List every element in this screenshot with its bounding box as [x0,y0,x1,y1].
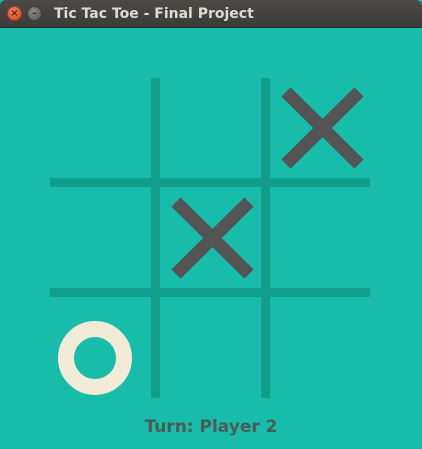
grid-line-vertical-2 [261,78,270,398]
x-mark-icon [281,87,364,169]
x-mark-icon [171,197,254,279]
board-cell-r2-c0[interactable] [50,298,150,398]
o-mark-icon [58,321,132,395]
game-board [0,28,422,418]
window-titlebar[interactable]: × – Tic Tac Toe - Final Project [0,0,422,28]
board-cell-r0-c2[interactable] [270,78,370,178]
turn-indicator: Turn: Player 2 [144,417,278,437]
minimize-icon[interactable]: – [27,6,42,21]
grid-line-vertical-1 [151,78,160,398]
board-cell-r1-c0[interactable] [50,188,150,288]
close-icon[interactable]: × [7,6,22,21]
board-cell-r2-c1[interactable] [160,298,260,398]
game-window: × – Tic Tac Toe - Final Project Turn: Pl… [0,0,422,449]
board-cell-r1-c2[interactable] [270,188,370,288]
grid-line-horizontal-2 [50,288,370,297]
board-cell-r0-c0[interactable] [50,78,150,178]
board-cell-r2-c2[interactable] [270,298,370,398]
board-cell-r0-c1[interactable] [160,78,260,178]
grid-line-horizontal-1 [50,178,370,187]
window-title: Tic Tac Toe - Final Project [54,6,254,22]
board-cell-r1-c1[interactable] [160,188,260,288]
